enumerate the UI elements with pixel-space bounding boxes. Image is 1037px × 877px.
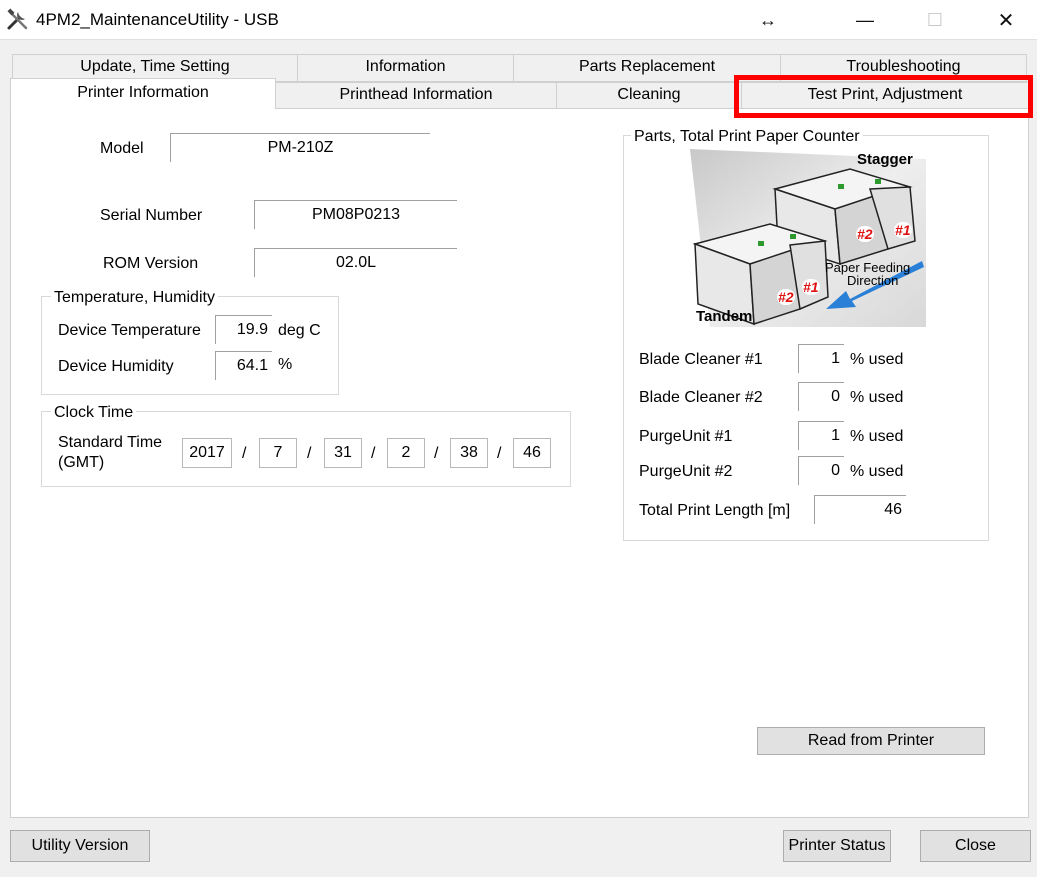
device-temperature-label: Device Temperature <box>58 322 201 339</box>
humidity-unit: % <box>278 356 293 373</box>
stagger-label: Stagger <box>857 151 913 168</box>
purge-unit-1-field: 1 <box>798 421 844 450</box>
used-suffix: % used <box>850 463 904 480</box>
month-field[interactable]: 7 <box>259 438 297 468</box>
used-suffix: % used <box>850 351 904 368</box>
minute-field[interactable]: 38 <box>450 438 488 468</box>
day-field[interactable]: 31 <box>324 438 362 468</box>
stagger-head-1: #1 <box>894 222 912 238</box>
tandem-head-2: #2 <box>777 289 795 305</box>
year-field[interactable]: 2017 <box>182 438 232 468</box>
device-humidity-label: Device Humidity <box>58 358 174 375</box>
direction-label: Direction <box>847 273 899 288</box>
model-field: PM-210Z <box>170 133 430 162</box>
temperature-unit: deg C <box>278 322 321 339</box>
purge-unit-2-field: 0 <box>798 456 844 485</box>
used-suffix: % used <box>850 428 904 445</box>
blade-cleaner-1-field: 1 <box>798 344 844 373</box>
printer-information-panel: Model PM-210Z Serial Number PM08P0213 RO… <box>10 108 1029 818</box>
temperature-humidity-group <box>41 296 339 395</box>
read-from-printer-button[interactable]: Read from Printer <box>757 727 985 755</box>
serial-number-label: Serial Number <box>100 207 203 224</box>
tab-printhead-information[interactable]: Printhead Information <box>275 82 557 109</box>
device-humidity-field: 64.1 <box>215 351 272 380</box>
tab-information[interactable]: Information <box>297 54 514 82</box>
highlight-box <box>734 75 1033 118</box>
tandem-label: Tandem <box>696 308 753 325</box>
resize-icon[interactable]: ↔ <box>745 0 791 40</box>
printer-status-button[interactable]: Printer Status <box>783 830 891 862</box>
tab-cleaning[interactable]: Cleaning <box>556 82 742 109</box>
blade-cleaner-2-field: 0 <box>798 382 844 411</box>
time-separator: / <box>497 445 502 462</box>
total-print-length-label: Total Print Length [m] <box>639 502 791 519</box>
purge-unit-2-label: PurgeUnit #2 <box>639 463 733 480</box>
window-title: 4PM2_MaintenanceUtility - USB <box>36 10 279 29</box>
title-bar: 4PM2_MaintenanceUtility - USB ↔ — ☐ ✕ <box>0 0 1037 40</box>
purge-unit-1-label: PurgeUnit #1 <box>639 428 733 445</box>
clock-time-title: Clock Time <box>51 404 137 422</box>
stagger-head-2: #2 <box>856 226 874 242</box>
date-separator: / <box>242 445 247 462</box>
tools-icon <box>6 8 30 32</box>
temperature-humidity-title: Temperature, Humidity <box>51 289 218 307</box>
hour-field[interactable]: 2 <box>387 438 425 468</box>
total-print-length-field: 46 <box>814 495 906 524</box>
tandem-head-1: #1 <box>802 279 820 295</box>
maximize-button[interactable]: ☐ <box>912 0 958 40</box>
standard-time-label: Standard Time <box>58 434 163 451</box>
blade-cleaner-1-label: Blade Cleaner #1 <box>639 351 763 368</box>
close-window-button[interactable]: ✕ <box>983 0 1029 40</box>
date-separator: / <box>371 445 376 462</box>
close-button[interactable]: Close <box>920 830 1031 862</box>
used-suffix: % used <box>850 389 904 406</box>
rom-version-label: ROM Version <box>103 255 199 272</box>
utility-version-button[interactable]: Utility Version <box>10 830 150 862</box>
tab-printer-information[interactable]: Printer Information <box>10 78 276 109</box>
rom-version-field: 02.0L <box>254 248 457 277</box>
serial-number-field: PM08P0213 <box>254 200 457 229</box>
parts-counter-title: Parts, Total Print Paper Counter <box>631 128 863 146</box>
time-separator: / <box>434 445 439 462</box>
second-field[interactable]: 46 <box>513 438 551 468</box>
blade-cleaner-2-label: Blade Cleaner #2 <box>639 389 763 406</box>
minimize-button[interactable]: — <box>842 0 888 40</box>
model-label: Model <box>100 140 144 157</box>
date-separator: / <box>307 445 312 462</box>
gmt-label: (GMT) <box>58 454 105 471</box>
device-temperature-field: 19.9 <box>215 315 272 344</box>
printhead-layout-diagram: Stagger Tandem #2 #1 #2 #1 Paper Feeding… <box>690 149 926 327</box>
